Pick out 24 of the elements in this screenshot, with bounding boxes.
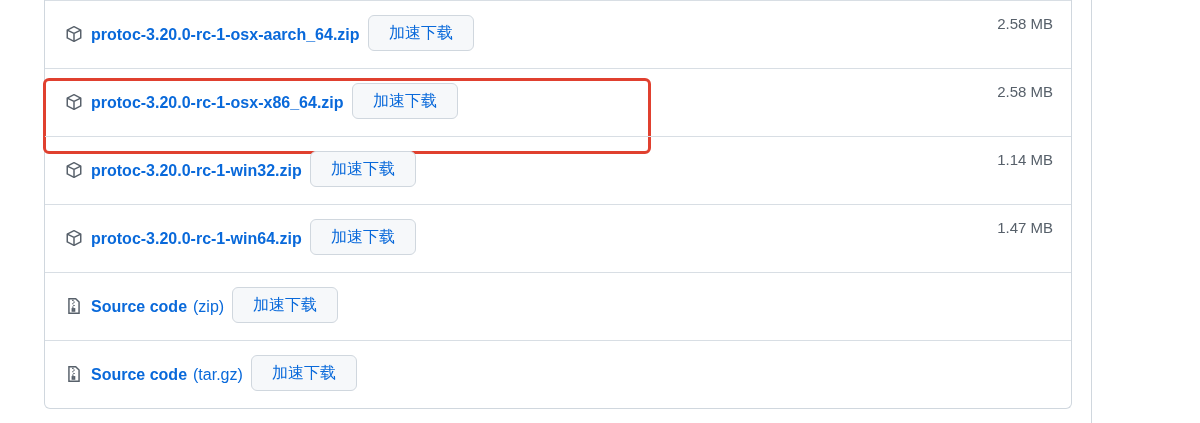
file-link[interactable]: Source code	[91, 363, 188, 387]
file-link[interactable]: Source code	[91, 295, 188, 319]
file-link[interactable]: protoc-3.20.0-rc-1-osx-x86_64.zip	[91, 91, 344, 115]
file-size: 2.58 MB	[997, 14, 1053, 34]
package-icon	[65, 25, 83, 43]
file-size: 1.47 MB	[997, 218, 1053, 238]
file-format[interactable]: (zip)	[193, 295, 225, 319]
file-link[interactable]: protoc-3.20.0-rc-1-win32.zip	[91, 159, 302, 183]
file-zip-icon	[65, 365, 83, 383]
file-link[interactable]: protoc-3.20.0-rc-1-win64.zip	[91, 227, 302, 251]
file-format[interactable]: (tar.gz)	[193, 363, 243, 387]
file-size: 2.58 MB	[997, 82, 1053, 102]
file-size: 1.14 MB	[997, 150, 1053, 170]
package-icon	[65, 161, 83, 179]
download-button[interactable]: 加速下载	[232, 287, 339, 323]
package-icon	[65, 93, 83, 111]
download-button[interactable]: 加速下载	[309, 151, 416, 187]
download-button[interactable]: 加速下载	[250, 355, 357, 391]
download-button[interactable]: 加速下载	[309, 219, 416, 255]
package-icon	[65, 229, 83, 247]
download-button[interactable]: 加速下载	[351, 83, 458, 119]
file-zip-icon	[65, 297, 83, 315]
file-link[interactable]: protoc-3.20.0-rc-1-osx-aarch_64.zip	[91, 23, 360, 47]
download-button[interactable]: 加速下载	[367, 15, 474, 51]
